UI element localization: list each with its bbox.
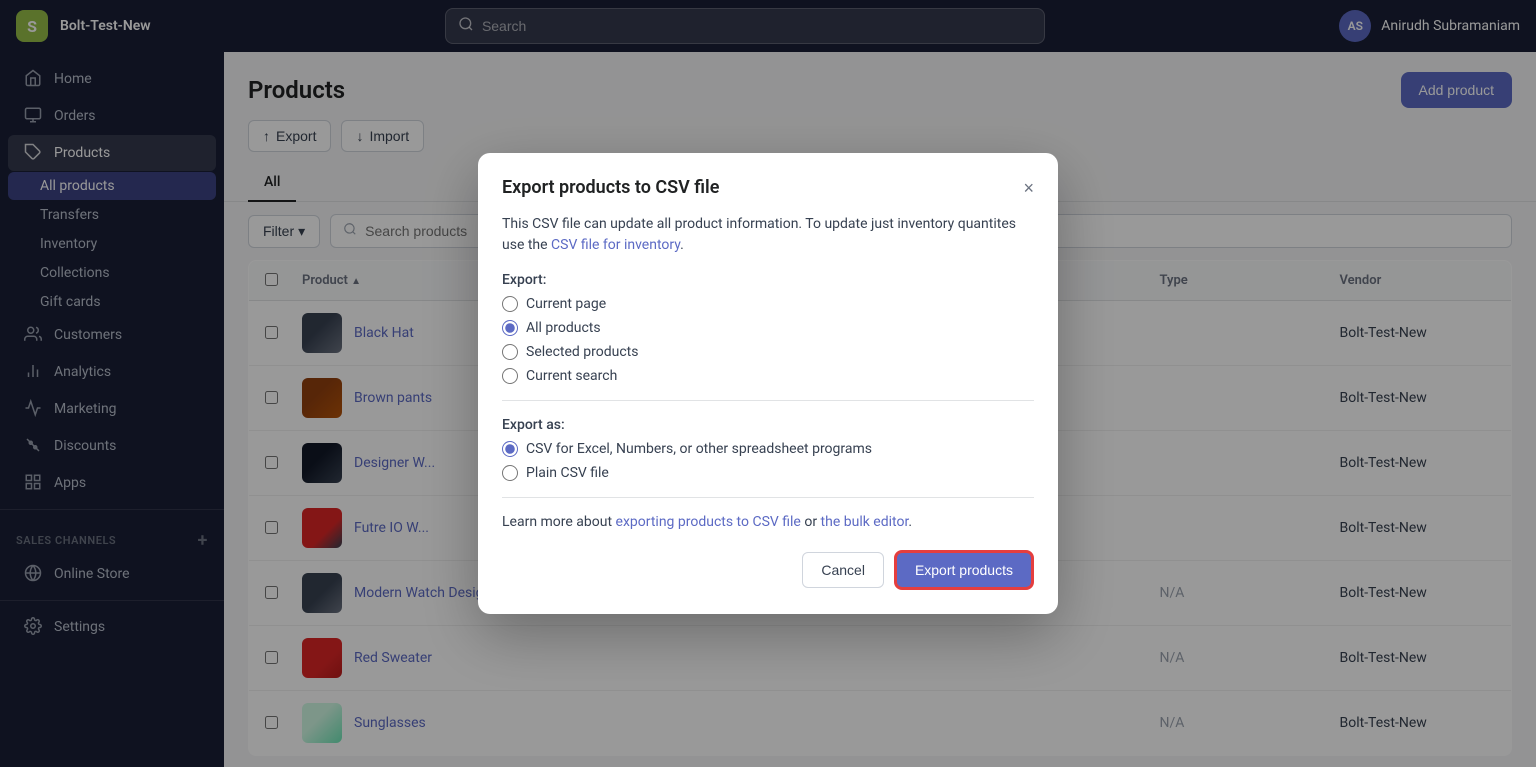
modal-actions: Cancel Export products	[502, 550, 1034, 590]
export-option-current-search[interactable]: Current search	[502, 368, 1034, 384]
export-modal: Export products to CSV file × This CSV f…	[478, 153, 1058, 614]
modal-description: This CSV file can update all product inf…	[502, 214, 1034, 256]
export-section-label: Export:	[502, 272, 1034, 288]
modal-divider-1	[502, 400, 1034, 401]
export-as-options: CSV for Excel, Numbers, or other spreads…	[502, 441, 1034, 481]
csv-inventory-link[interactable]: CSV file for inventory	[551, 237, 680, 253]
export-as-section-label: Export as:	[502, 417, 1034, 433]
radio-selected-products[interactable]	[502, 344, 518, 360]
export-option-current-page[interactable]: Current page	[502, 296, 1034, 312]
radio-plain-csv[interactable]	[502, 465, 518, 481]
export-as-plain-csv[interactable]: Plain CSV file	[502, 465, 1034, 481]
export-options: Current page All products Selected produ…	[502, 296, 1034, 384]
modal-title: Export products to CSV file	[502, 177, 719, 198]
radio-csv-excel[interactable]	[502, 441, 518, 457]
radio-all-products[interactable]	[502, 320, 518, 336]
cancel-button[interactable]: Cancel	[802, 552, 884, 588]
export-as-csv-excel[interactable]: CSV for Excel, Numbers, or other spreads…	[502, 441, 1034, 457]
modal-close-button[interactable]: ×	[1023, 179, 1034, 197]
modal-header: Export products to CSV file ×	[502, 177, 1034, 198]
radio-current-page[interactable]	[502, 296, 518, 312]
radio-current-search[interactable]	[502, 368, 518, 384]
export-option-all-products[interactable]: All products	[502, 320, 1034, 336]
modal-footer-text: Learn more about exporting products to C…	[502, 514, 1034, 530]
exporting-link[interactable]: exporting products to CSV file	[616, 514, 801, 530]
bulk-editor-link[interactable]: the bulk editor	[821, 514, 909, 530]
modal-overlay[interactable]: Export products to CSV file × This CSV f…	[0, 0, 1536, 767]
export-option-selected[interactable]: Selected products	[502, 344, 1034, 360]
modal-divider-2	[502, 497, 1034, 498]
export-products-button[interactable]: Export products	[894, 550, 1034, 590]
